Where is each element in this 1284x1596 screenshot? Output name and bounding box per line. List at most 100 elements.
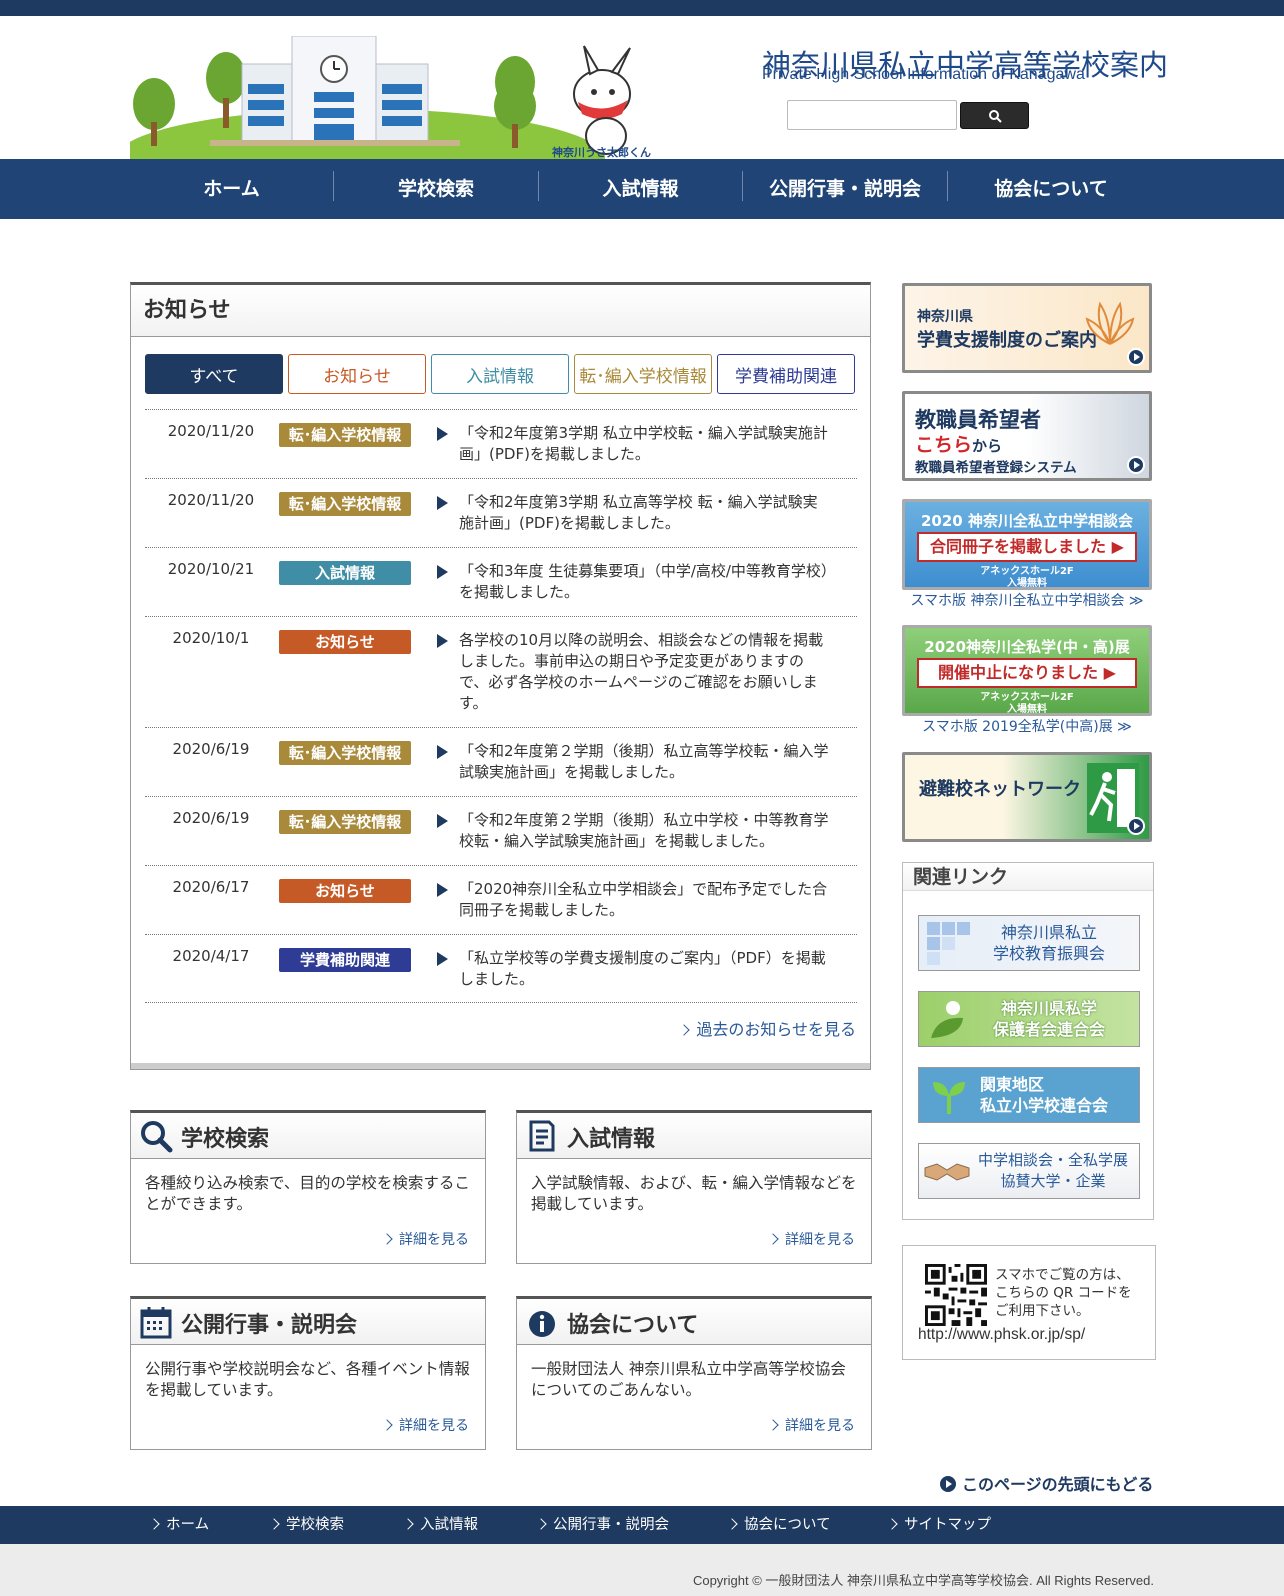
banner-highlight: こちら <box>915 434 973 456</box>
related-link-education-foundation[interactable]: 神奈川県私立 学校教育振興会 <box>918 915 1140 971</box>
chevron-right-icon <box>381 1233 393 1245</box>
qr-code-icon <box>925 1264 987 1326</box>
card-link-label: 詳細を見る <box>399 1232 469 1248</box>
tab-tuition[interactable]: 学費補助関連 <box>717 354 855 394</box>
chevron-right-icon <box>268 1518 280 1530</box>
card-about: 協会について 一般財団法人 神奈川県私立中学高等学校協会についてのごあんない。 … <box>516 1296 872 1450</box>
related-label-line2: 学校教育振興会 <box>992 944 1105 963</box>
banner-evacuation-network[interactable]: 避難校ネットワーク <box>902 752 1152 842</box>
card-detail-link[interactable]: 詳細を見る <box>381 1230 469 1251</box>
chevron-right-icon <box>381 1419 393 1431</box>
nav-exam-info[interactable]: 入試情報 <box>539 159 742 219</box>
card-detail-link[interactable]: 詳細を見る <box>767 1230 855 1251</box>
banner-tuition-support[interactable]: 神奈川県 学費支援制度のご案内 <box>902 283 1152 373</box>
card-detail-link[interactable]: 詳細を見る <box>767 1416 855 1437</box>
play-icon <box>1127 817 1145 835</box>
person-leaf-icon <box>931 1001 963 1038</box>
search-icon <box>988 109 1002 123</box>
tab-transfer[interactable]: 転･編入学校情報 <box>574 354 712 394</box>
news-row: 2020/6/19 転･編入学校情報 「令和2年度第２学期（後期）私立高等学校転… <box>145 727 857 796</box>
footer-link-home[interactable]: ホーム <box>148 1506 210 1544</box>
copyright: Copyright © 一般財団法人 神奈川県私立中学高等学校協会. All R… <box>692 1573 1154 1588</box>
related-label-line1: 神奈川県私学 <box>1000 999 1097 1018</box>
news-badge: 転･編入学校情報 <box>279 423 411 447</box>
nav-school-search[interactable]: 学校検索 <box>334 159 538 219</box>
related-link-kanto-elementary[interactable]: 関東地区 私立小学校連合会 <box>918 1067 1140 1123</box>
news-badge: 転･編入学校情報 <box>279 810 411 834</box>
tab-exam[interactable]: 入試情報 <box>431 354 569 394</box>
card-description: 入学試験情報、および、転・編入学情報などを掲載しています。 <box>531 1174 857 1213</box>
news-row: 2020/6/19 転･編入学校情報 「令和2年度第２学期（後期）私立中学校・中… <box>145 796 857 865</box>
arrow-icon <box>437 634 448 648</box>
related-label-line1: 関東地区 <box>979 1075 1044 1094</box>
nav-events[interactable]: 公開行事・説明会 <box>743 159 947 219</box>
card-title: 学校検索 <box>181 1127 270 1152</box>
related-link-sponsors[interactable]: 中学相談会・全私学展 協賛大学・企業 <box>918 1143 1140 1199</box>
news-link[interactable]: 各学校の10月以降の説明会、相談会などの情報を掲載しました。事前申込の期日や予定… <box>459 630 831 714</box>
sprout-icon <box>933 1082 965 1114</box>
related-label: 神奈川県私立 学校教育振興会 <box>953 922 1105 964</box>
nav-about[interactable]: 協会について <box>948 159 1154 219</box>
card-link-label: 詳細を見る <box>399 1418 469 1434</box>
footer-link-label: ホーム <box>166 1517 210 1533</box>
site-header: 神奈川うさ太郎くん 神奈川県私立中学高等学校案内 Private High Sc… <box>0 16 1284 159</box>
qr-text-line1: スマホでご覧の方は、 <box>995 1267 1130 1283</box>
footer-link-label: サイトマップ <box>904 1517 991 1533</box>
news-row: 2020/4/17 学費補助関連 「私立学校等の学費支援制度のご案内」（PDF）… <box>145 934 857 1003</box>
news-date: 2020/6/19 <box>172 740 250 758</box>
play-icon <box>1127 348 1145 366</box>
card-body: 入学試験情報、および、転・編入学情報などを掲載しています。 詳細を見る <box>517 1159 871 1261</box>
card-detail-link[interactable]: 詳細を見る <box>381 1416 469 1437</box>
nav-home[interactable]: ホーム <box>130 159 333 219</box>
related-title: 関連リンク <box>903 863 1153 891</box>
news-badge: 入試情報 <box>279 561 411 585</box>
fair-mobile-link[interactable]: スマホ版 2019全私学(中高)展 ≫ <box>902 716 1152 736</box>
footer-link-events[interactable]: 公開行事・説明会 <box>535 1506 669 1544</box>
news-bottom-bar <box>131 1063 870 1069</box>
search-input[interactable] <box>787 100 957 130</box>
banner-private-school-fair[interactable]: 2020神奈川全私学(中・高)展 開催中止になりました ▶ アネックスホール2F… <box>902 625 1152 716</box>
related-label-line2: 保護者会連合会 <box>992 1020 1105 1039</box>
card-header: 学校検索 <box>131 1113 485 1159</box>
footer-link-exam-info[interactable]: 入試情報 <box>402 1506 478 1544</box>
footer-link-sitemap[interactable]: サイトマップ <box>886 1506 991 1544</box>
lily-icon <box>1085 301 1135 345</box>
chevron-right-icon <box>402 1518 414 1530</box>
news-link[interactable]: 「令和2年度第3学期 私立高等学校 転・編入学試験実施計画」(PDF)を掲載しま… <box>459 492 831 534</box>
tab-all[interactable]: すべて <box>145 354 283 394</box>
banner-teacher-registration[interactable]: 教職員希望者 こちらから 教職員希望者登録システム <box>902 391 1152 481</box>
consultation-mobile-link[interactable]: スマホ版 神奈川全私立中学相談会 ≫ <box>902 590 1152 610</box>
news-link[interactable]: 「私立学校等の学費支援制度のご案内」（PDF）を掲載しました。 <box>459 948 831 990</box>
news-link[interactable]: 「2020神奈川全私立中学相談会」で配布予定でした合同冊子を掲載しました。 <box>459 879 831 921</box>
calendar-icon <box>140 1307 172 1339</box>
arrow-icon <box>437 496 448 510</box>
news-date: 2020/10/1 <box>172 629 250 647</box>
back-to-top-label: このページの先頭にもどる <box>962 1475 1154 1494</box>
news-link[interactable]: 「令和2年度第２学期（後期）私立高等学校転・編入学試験実施計画」を掲載しました。 <box>459 741 831 783</box>
news-badge: 転･編入学校情報 <box>279 492 411 516</box>
footer-link-label: 公開行事・説明会 <box>553 1517 669 1533</box>
back-to-top-link[interactable]: このページの先頭にもどる <box>940 1471 1153 1495</box>
past-news-link[interactable]: 過去のお知らせを見る <box>678 1016 856 1040</box>
banner-notice: 開催中止になりました ▶ <box>917 658 1137 688</box>
news-row: 2020/11/20 転･編入学校情報 「令和2年度第3学期 私立中学校転・編入… <box>145 409 857 478</box>
arrow-icon <box>437 883 448 897</box>
footer-link-about[interactable]: 協会について <box>726 1506 831 1544</box>
news-badge: お知らせ <box>279 879 411 903</box>
news-link[interactable]: 「令和3年度 生徒募集要項」（中学/高校/中等教育学校）を掲載しました。 <box>459 561 831 603</box>
arrow-icon <box>437 565 448 579</box>
banner-title: 2020 神奈川全私立中学相談会 <box>921 512 1133 530</box>
banner-notice: 合同冊子を掲載しました ▶ <box>917 532 1137 562</box>
search-button[interactable] <box>960 102 1029 129</box>
banner-consultation[interactable]: 2020 神奈川全私立中学相談会 合同冊子を掲載しました ▶ アネックスホール2… <box>902 499 1152 590</box>
news-link[interactable]: 「令和2年度第3学期 私立中学校転・編入学試験実施計画」(PDF)を掲載しました… <box>459 423 831 465</box>
related-link-parents-association[interactable]: 神奈川県私学 保護者会連合会 <box>918 991 1140 1047</box>
news-link[interactable]: 「令和2年度第２学期（後期）私立中学校・中等教育学校転・編入学試験実施計画」を掲… <box>459 810 831 852</box>
arrow-icon <box>437 814 448 828</box>
banner-fee: 入場無料 <box>1007 578 1047 589</box>
header-illustration: 神奈川うさ太郎くん <box>130 36 651 159</box>
footer-link-school-search[interactable]: 学校検索 <box>268 1506 344 1544</box>
banner-line3: 教職員希望者登録システム <box>915 460 1077 476</box>
tab-notice[interactable]: お知らせ <box>288 354 426 394</box>
past-news-label: 過去のお知らせを見る <box>696 1020 856 1039</box>
